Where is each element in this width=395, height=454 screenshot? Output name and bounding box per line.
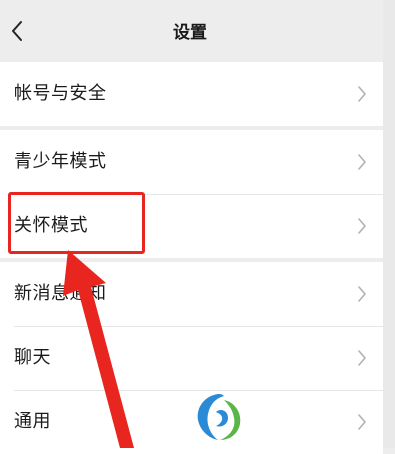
chevron-right-icon (358, 154, 366, 170)
settings-item-label: 通用 (14, 411, 51, 432)
settings-group-modes: 青少年模式 关怀模式 (0, 130, 383, 258)
settings-item-label: 关怀模式 (14, 215, 88, 236)
settings-item-label: 新消息通知 (14, 283, 107, 304)
right-edge-strip (383, 0, 395, 448)
settings-item-care-mode[interactable]: 关怀模式 (0, 194, 383, 258)
settings-item-label: 青少年模式 (14, 151, 107, 172)
settings-group-general: 新消息通知 聊天 通用 (0, 262, 383, 454)
settings-item-notifications[interactable]: 新消息通知 (0, 262, 383, 326)
settings-item-account-security[interactable]: 帐号与安全 (0, 62, 383, 126)
settings-item-general[interactable]: 通用 (0, 390, 383, 454)
chevron-right-icon (358, 414, 366, 430)
chevron-right-icon (358, 350, 366, 366)
chevron-right-icon (358, 218, 366, 234)
settings-item-youth-mode[interactable]: 青少年模式 (0, 130, 383, 194)
page-title: 设置 (173, 23, 207, 43)
settings-group-account: 帐号与安全 (0, 62, 383, 126)
settings-item-chat[interactable]: 聊天 (0, 326, 383, 390)
settings-item-label: 帐号与安全 (14, 83, 107, 104)
chevron-right-icon (358, 286, 366, 302)
chevron-right-icon (358, 86, 366, 102)
settings-item-label: 聊天 (14, 347, 51, 368)
navigation-bar: 设置 (0, 0, 395, 62)
